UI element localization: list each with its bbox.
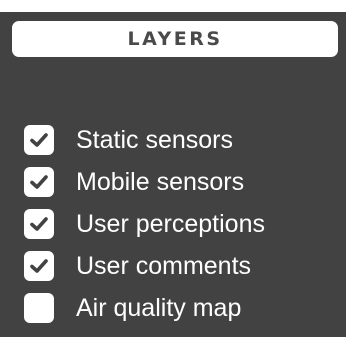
layer-item-user-perceptions[interactable]: User perceptions [24,203,265,245]
layer-item-user-comments[interactable]: User comments [24,245,265,287]
static-sensors-checkbox[interactable] [24,125,54,155]
air-quality-map-label: Air quality map [76,293,242,322]
user-perceptions-checkbox[interactable] [24,209,54,239]
layer-list: Static sensors Mobile sensors User perce… [24,119,265,329]
user-comments-label: User comments [76,251,252,280]
layers-panel: LAYERS Static sensors Mobile sensors Use… [0,12,354,337]
mobile-sensors-checkbox[interactable] [24,167,54,197]
layer-item-air-quality-map[interactable]: Air quality map [24,287,265,329]
checkmark-icon [30,217,48,231]
mobile-sensors-label: Mobile sensors [76,167,245,196]
layer-item-static-sensors[interactable]: Static sensors [24,119,265,161]
checkmark-icon [30,175,48,189]
checkmark-icon [30,259,48,273]
top-strip [0,0,354,12]
layers-button[interactable]: LAYERS [12,21,338,57]
static-sensors-label: Static sensors [76,125,234,154]
air-quality-map-checkbox[interactable] [24,293,54,323]
user-perceptions-label: User perceptions [76,209,265,238]
layer-item-mobile-sensors[interactable]: Mobile sensors [24,161,265,203]
user-comments-checkbox[interactable] [24,251,54,281]
checkmark-icon [30,133,48,147]
panel-right-edge [346,12,354,337]
